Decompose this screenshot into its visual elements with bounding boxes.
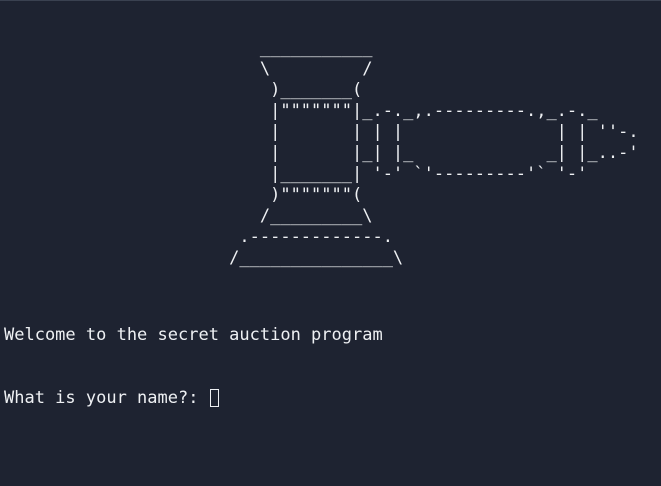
top-border: [0, 0, 661, 1]
gavel-ascii-art: ___________ \ / )_______( |"""""""|_.-._…: [229, 38, 639, 268]
input-line[interactable]: What is your name?:: [4, 388, 383, 409]
welcome-message: Welcome to the secret auction program: [4, 325, 383, 345]
name-prompt: What is your name?:: [4, 388, 209, 408]
text-cursor[interactable]: [209, 389, 219, 407]
terminal-window[interactable]: ___________ \ / )_______( |"""""""|_.-._…: [0, 0, 661, 486]
terminal-output: Welcome to the secret auction program Wh…: [4, 283, 383, 451]
